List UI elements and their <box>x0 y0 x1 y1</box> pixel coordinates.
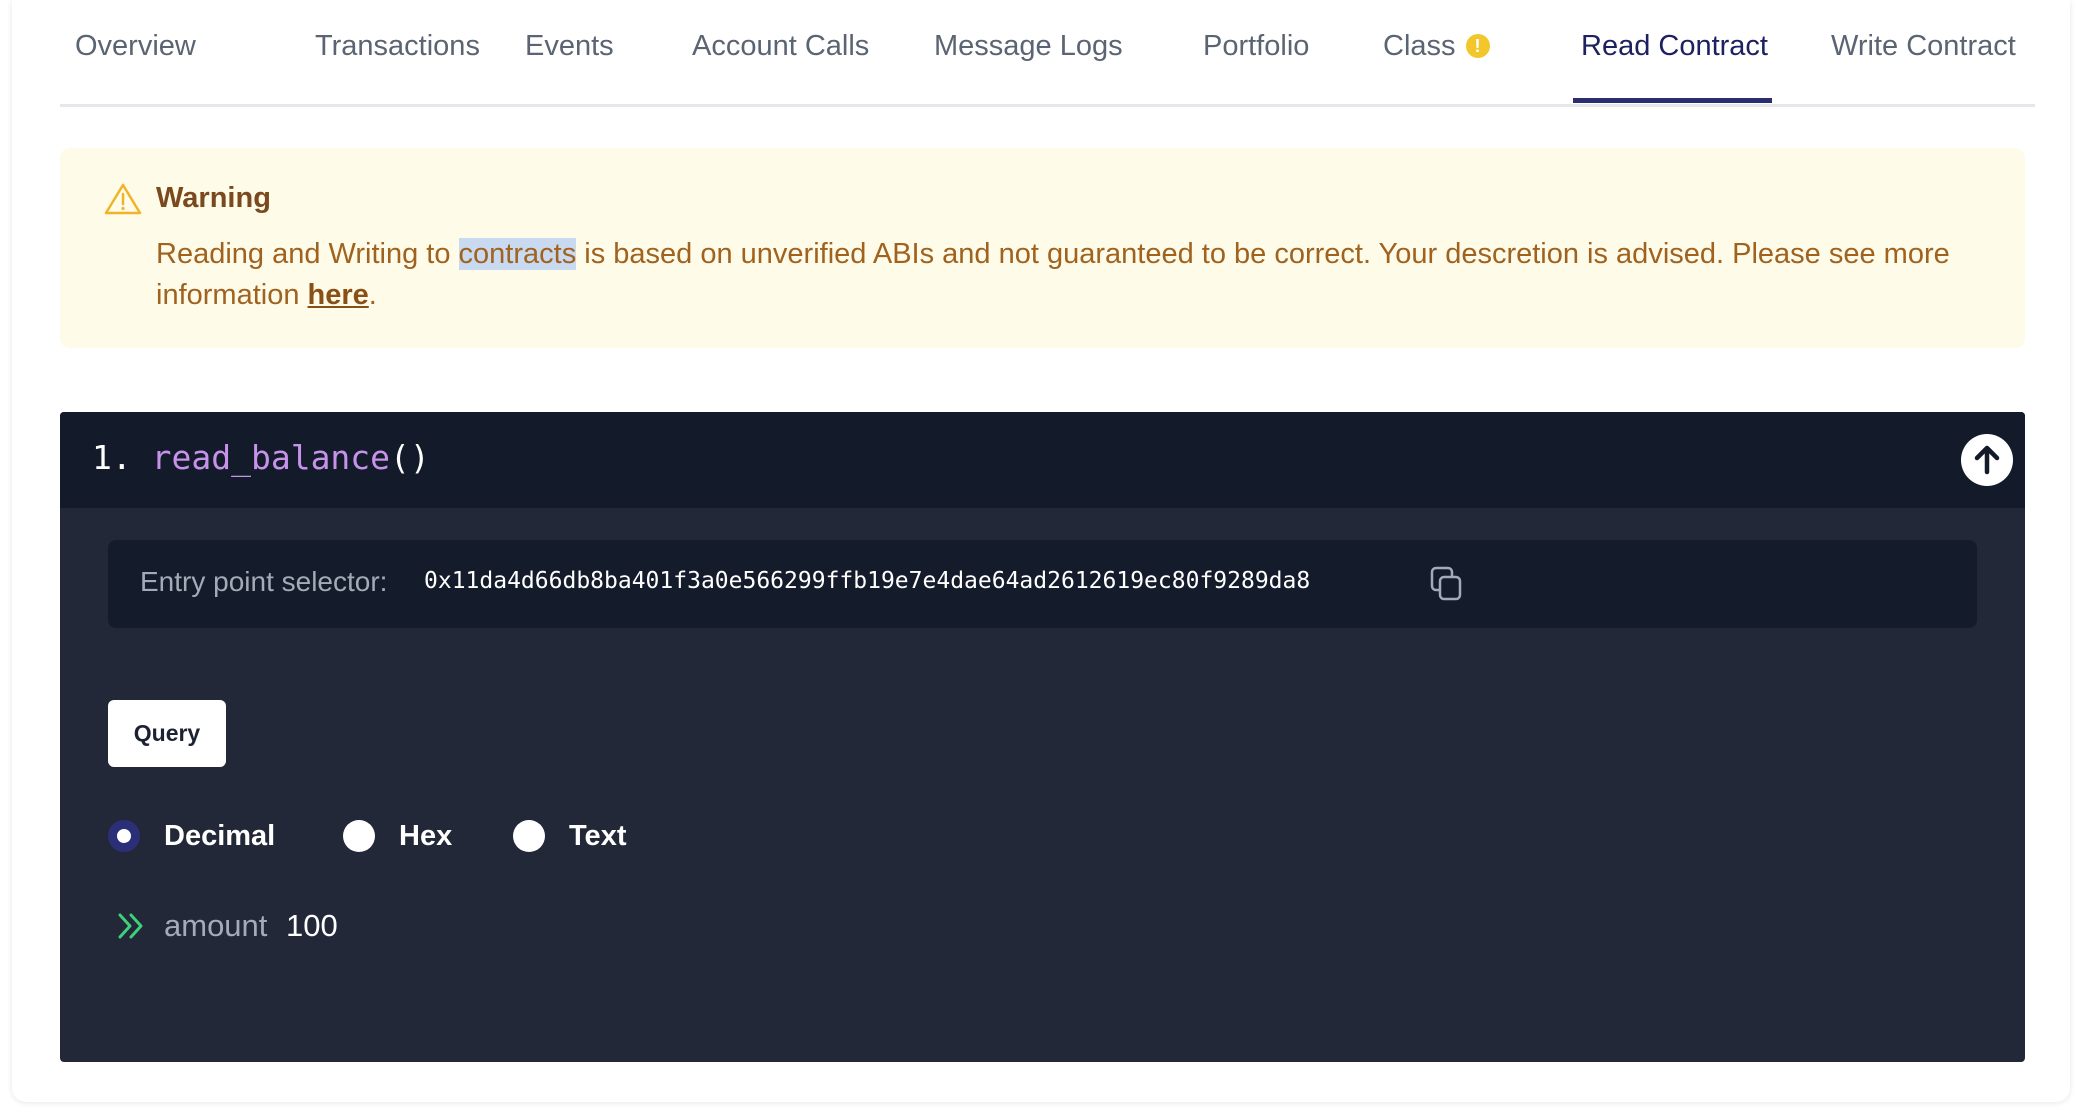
more-info-link[interactable]: here <box>308 279 369 311</box>
double-chevron-right-icon <box>118 913 143 939</box>
radio-label: Hex <box>399 820 453 852</box>
warning-text-start: Reading and Writing to <box>156 238 459 270</box>
function-panel: 1. read_balance() Entry point selector: … <box>60 412 2025 1062</box>
format-radio-text[interactable]: Text <box>513 820 653 854</box>
radio-button-checked[interactable] <box>108 820 140 852</box>
warning-banner: Warning Reading and Writing to contracts… <box>60 148 2025 348</box>
tab-class[interactable]: Class! <box>1383 30 1490 63</box>
collapse-button[interactable] <box>1961 434 2013 486</box>
tab-portfolio[interactable]: Portfolio <box>1203 30 1309 63</box>
tab-class-label: Class <box>1383 30 1456 62</box>
function-index: 1. <box>92 438 132 477</box>
result-name: amount <box>164 908 268 943</box>
warning-text-end: . <box>368 279 377 311</box>
function-title: 1. read_balance() <box>92 438 430 477</box>
tab-transactions[interactable]: Transactions <box>315 30 480 63</box>
query-button[interactable]: Query <box>108 700 226 767</box>
tab-write-contract[interactable]: Write Contract <box>1831 30 2016 63</box>
copy-icon[interactable] <box>1430 566 1464 602</box>
tab-read-contract[interactable]: Read Contract <box>1581 30 1768 63</box>
radio-label: Decimal <box>164 820 276 852</box>
function-name: read_balance <box>151 438 391 477</box>
warning-message: Reading and Writing to contracts is base… <box>156 234 1996 316</box>
tab-message-logs[interactable]: Message Logs <box>934 30 1123 63</box>
tab-overview[interactable]: Overview <box>75 30 196 63</box>
active-tab-indicator <box>1573 98 1772 103</box>
warning-title: Warning <box>156 182 271 214</box>
warning-badge-icon: ! <box>1465 34 1490 58</box>
result-value: 100 <box>286 908 338 943</box>
radio-button[interactable] <box>513 820 545 852</box>
entry-point-selector-box: Entry point selector: 0x11da4d66db8ba401… <box>108 540 1977 628</box>
function-parens: () <box>390 438 430 477</box>
selector-value: 0x11da4d66db8ba401f3a0e566299ffb19e7e4da… <box>424 568 1311 594</box>
function-header[interactable]: 1. read_balance() <box>60 412 2025 508</box>
radio-button[interactable] <box>343 820 375 852</box>
selector-label: Entry point selector: <box>140 566 388 597</box>
radio-label: Text <box>569 820 627 852</box>
format-radio-decimal[interactable]: Decimal <box>108 820 308 854</box>
format-radio-hex[interactable]: Hex <box>343 820 483 854</box>
arrow-up-icon <box>1974 445 2000 475</box>
tab-bar: Overview Transactions Events Account Cal… <box>60 0 2035 107</box>
contract-card: Overview Transactions Events Account Cal… <box>12 0 2070 1102</box>
tab-account-calls[interactable]: Account Calls <box>692 30 869 63</box>
tab-events[interactable]: Events <box>525 30 614 63</box>
warning-triangle-icon <box>104 183 142 215</box>
warning-highlighted-word: contracts <box>458 238 577 270</box>
